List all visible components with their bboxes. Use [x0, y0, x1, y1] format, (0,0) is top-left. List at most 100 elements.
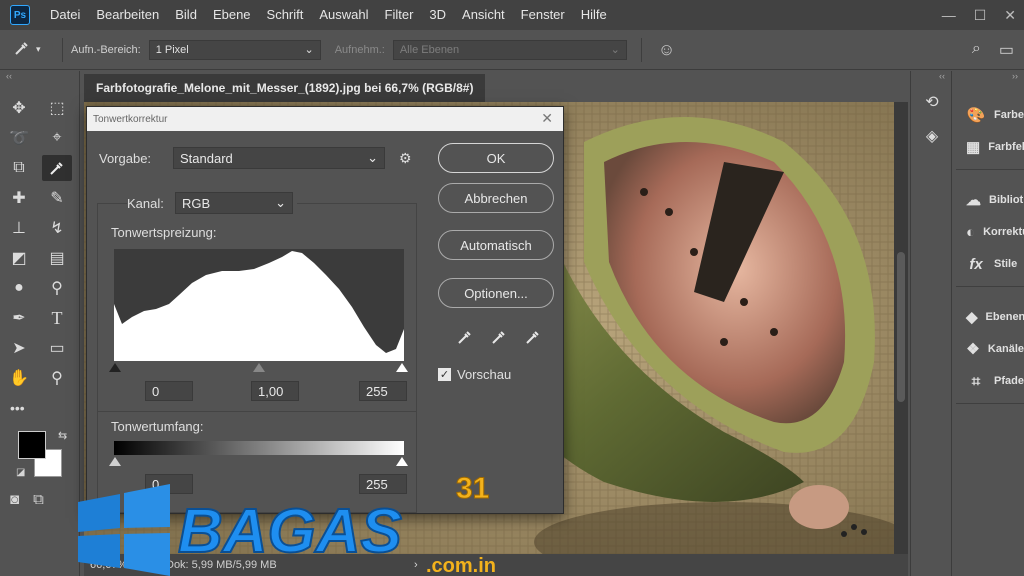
panel-item-pfade[interactable]: ⌗ Pfade	[956, 365, 1024, 397]
black-point-eyedropper-icon[interactable]	[457, 329, 473, 350]
menu-auswahl[interactable]: Auswahl	[311, 0, 376, 30]
type-tool-icon[interactable]: T	[42, 305, 72, 331]
rectangle-tool-icon[interactable]: ▭	[42, 335, 72, 361]
channel-select[interactable]: RGB ⌄	[175, 192, 293, 214]
input-black-field[interactable]: 0	[145, 381, 193, 401]
history-brush-tool-icon[interactable]: ↯	[42, 215, 72, 241]
preset-value: Standard	[180, 150, 233, 166]
crop-tool-icon[interactable]: ⧉	[4, 155, 34, 181]
collapse-icon[interactable]: ‹‹	[0, 71, 79, 85]
panel-item-bibliotheken[interactable]: ☁ Bibliotheken	[956, 184, 1024, 216]
dodge-tool-icon[interactable]: ⚲	[42, 275, 72, 301]
panel-item-ebenen[interactable]: ◆ Ebenen	[956, 301, 1024, 333]
gear-icon[interactable]: ⚙	[399, 150, 412, 167]
brush-tool-icon[interactable]: ✎	[42, 185, 72, 211]
input-white-slider[interactable]	[396, 363, 408, 372]
menu-3d[interactable]: 3D	[421, 0, 454, 30]
close-icon[interactable]: ✕	[541, 110, 553, 127]
panel-item-stile[interactable]: fx Stile	[956, 248, 1024, 280]
gray-point-eyedropper-icon[interactable]	[491, 329, 507, 350]
divider	[97, 411, 417, 412]
blur-tool-icon[interactable]: ●	[4, 275, 34, 301]
dialog-titlebar[interactable]: Tonwertkorrektur ✕	[87, 107, 563, 131]
panel-item-farbfelder[interactable]: ▦ Farbfelder	[956, 131, 1024, 163]
white-point-eyedropper-icon[interactable]	[525, 329, 541, 350]
screen-mode-icon[interactable]: ⧉	[33, 491, 44, 508]
menu-bild[interactable]: Bild	[167, 0, 205, 30]
eraser-tool-icon[interactable]: ◩	[4, 245, 34, 271]
cancel-button[interactable]: Abbrechen	[438, 183, 554, 213]
panel-item-kanaele[interactable]: ❖ Kanäle	[956, 333, 1024, 365]
preview-checkbox[interactable]: ✓ Vorschau	[438, 367, 511, 382]
tool-preset-picker[interactable]: ▾	[14, 40, 54, 59]
document-title: Farbfotografie_Melone_mit_Messer_(1892).…	[96, 81, 474, 95]
right-panel: ›› 🎨 Farbe ▦ Farbfelder ☁ Bibliotheken ◐ Kor…	[956, 71, 1024, 576]
output-gradient	[114, 441, 404, 455]
pen-tool-icon[interactable]: ✒	[4, 305, 34, 331]
path-selection-tool-icon[interactable]: ➤	[4, 335, 34, 361]
watermark-brand: BAGAS	[178, 497, 402, 566]
output-black-slider[interactable]	[109, 457, 121, 466]
swap-colors-icon[interactable]: ⇆	[58, 429, 67, 442]
menu-schrift[interactable]: Schrift	[259, 0, 312, 30]
palette-icon: 🎨	[966, 107, 986, 124]
expand-icon[interactable]: ‹‹	[911, 71, 951, 85]
layers-icon: ◆	[966, 309, 978, 326]
menu-filter[interactable]: Filter	[377, 0, 422, 30]
quick-mask-icon[interactable]: ◙	[10, 491, 19, 508]
hand-tool-icon[interactable]: ✋	[4, 365, 34, 391]
menu-fenster[interactable]: Fenster	[513, 0, 573, 30]
gradient-tool-icon[interactable]: ▤	[42, 245, 72, 271]
histogram	[114, 249, 404, 361]
maximize-button[interactable]: ☐	[974, 0, 987, 30]
lasso-tool-icon[interactable]: ➰	[4, 125, 34, 151]
menu-datei[interactable]: Datei	[42, 0, 88, 30]
options-button[interactable]: Optionen...	[438, 278, 554, 308]
right-icon-strip: ‹‹ ⟲ ◈	[910, 71, 952, 576]
workspace-icon[interactable]: ▭	[999, 40, 1014, 60]
smiley-icon[interactable]: ☺	[658, 40, 675, 60]
output-white-slider[interactable]	[396, 457, 408, 466]
minimize-button[interactable]: —	[942, 0, 956, 30]
menu-hilfe[interactable]: Hilfe	[573, 0, 615, 30]
eyedropper-icon	[14, 40, 30, 59]
input-gamma-field[interactable]: 1,00	[251, 381, 299, 401]
collapse-icon[interactable]: ››	[956, 71, 1024, 85]
panel-item-farbe[interactable]: 🎨 Farbe	[956, 99, 1024, 131]
styles-icon: fx	[969, 255, 983, 273]
foreground-color-swatch[interactable]	[18, 431, 46, 459]
menu-ebene[interactable]: Ebene	[205, 0, 259, 30]
menu-ansicht[interactable]: Ansicht	[454, 0, 513, 30]
default-colors-icon[interactable]: ◪	[16, 467, 25, 478]
vertical-scrollbar[interactable]	[894, 102, 908, 554]
quick-selection-tool-icon[interactable]: ⌖	[42, 125, 72, 151]
auto-button[interactable]: Automatisch	[438, 230, 554, 260]
eyedropper-tool-icon[interactable]	[42, 155, 72, 181]
document-tab[interactable]: Farbfotografie_Melone_mit_Messer_(1892).…	[84, 74, 486, 102]
chevron-down-icon: ⌄	[610, 44, 620, 56]
zoom-tool-icon[interactable]: ⚲	[42, 365, 72, 391]
scrollbar-thumb[interactable]	[897, 252, 905, 402]
clone-stamp-tool-icon[interactable]: ⊥	[4, 215, 34, 241]
sample-area-select[interactable]: 1 Pixel ⌄	[148, 39, 321, 60]
panel-label: Ebenen	[985, 311, 1024, 323]
sample-layers-select[interactable]: Alle Ebenen ⌄	[392, 39, 627, 60]
input-gamma-slider[interactable]	[253, 363, 265, 372]
more-tools-icon[interactable]: •••	[4, 395, 34, 421]
ok-button[interactable]: OK	[438, 143, 554, 173]
history-icon[interactable]: ⟲	[911, 85, 953, 119]
input-black-slider[interactable]	[109, 363, 121, 372]
panel-item-korrekturen[interactable]: ◐ Korrekturen	[956, 216, 1024, 248]
divider	[62, 37, 63, 62]
close-button[interactable]: ✕	[1004, 0, 1016, 30]
move-tool-icon[interactable]: ✥	[4, 95, 34, 121]
channels-icon: ❖	[966, 341, 980, 358]
input-white-field[interactable]: 255	[359, 381, 407, 401]
photoshop-logo: Ps	[10, 5, 30, 25]
preset-select[interactable]: Standard ⌄	[173, 147, 385, 169]
healing-brush-tool-icon[interactable]: ✚	[4, 185, 34, 211]
menu-bearbeiten[interactable]: Bearbeiten	[88, 0, 167, 30]
search-icon[interactable]: ⌕	[972, 40, 981, 60]
3d-icon[interactable]: ◈	[911, 119, 953, 153]
marquee-tool-icon[interactable]: ⬚	[42, 95, 72, 121]
